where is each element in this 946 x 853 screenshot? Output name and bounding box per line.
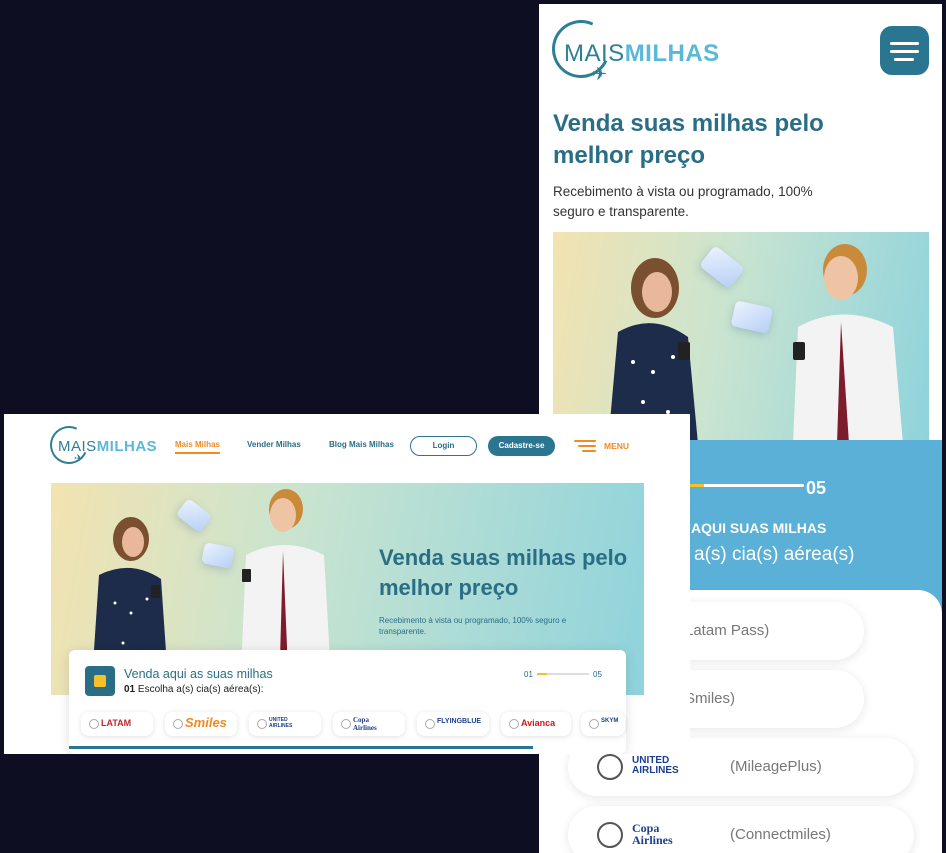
program-name: (Connectmiles) (730, 826, 831, 843)
program-name: (MileagePlus) (730, 758, 822, 775)
radio-button[interactable] (341, 719, 351, 729)
airline-chip-skymiles[interactable]: SKYM (581, 712, 625, 736)
plane-icon: ✈ (592, 64, 608, 84)
step-progress-fill (537, 673, 547, 675)
program-name: (Latam Pass) (680, 622, 770, 639)
step-total: 05 (593, 670, 602, 679)
airline-chip-latam[interactable]: LATAM (81, 712, 153, 736)
radio-button[interactable] (509, 719, 519, 729)
radio-button[interactable] (425, 719, 435, 729)
signup-button[interactable]: Cadastre-se (488, 436, 555, 456)
airline-chip-copa[interactable]: Copa Airlines (333, 712, 405, 736)
hero-headline: Venda suas milhas pelo melhor preço (379, 545, 628, 600)
nav-mais-milhas[interactable]: Mais Milhas (175, 440, 220, 454)
menu-label[interactable]: MENU (604, 441, 629, 451)
radio-button[interactable] (589, 719, 599, 729)
logo-text: MAISMILHAS (58, 438, 158, 455)
step-progress-bar (698, 484, 804, 487)
copa-logo: Copa Airlines (632, 821, 673, 847)
hero-image (553, 232, 929, 444)
airline-chip-united[interactable]: UNITED AIRLINES (249, 712, 321, 736)
step-label: a(s) cia(s) aérea(s) (694, 544, 855, 565)
card-step: 01 Escolha a(s) cia(s) aérea(s): (124, 684, 264, 695)
radio-button[interactable] (597, 822, 623, 848)
airline-chip-smiles[interactable]: Smiles (165, 712, 237, 736)
man-illustration (793, 244, 903, 444)
hero-headline: Venda suas milhas pelo melhor preço (553, 110, 824, 169)
radio-button[interactable] (89, 719, 99, 729)
radio-button[interactable] (597, 754, 623, 780)
hero-subtext: Recebimento à vista ou programado, 100% … (379, 616, 567, 636)
radio-button[interactable] (257, 719, 267, 729)
desktop-screenshot: MAISMILHAS ✈ Mais Milhas Vender Milhas B… (4, 414, 690, 754)
airline-chip-avianca[interactable]: Avianca (501, 712, 571, 736)
step-progress-fill (688, 484, 704, 487)
radio-button[interactable] (173, 719, 183, 729)
nav-vender-milhas[interactable]: Vender Milhas (247, 440, 301, 449)
wallet-icon (85, 666, 115, 696)
login-button[interactable]: Login (410, 436, 477, 456)
united-logo: UNITED AIRLINES (632, 755, 679, 776)
logo[interactable]: MAISMILHAS ✈ (543, 11, 732, 88)
plane-icon: ✈ (74, 453, 84, 465)
airline-option-copa[interactable]: Copa Airlines (Connectmiles) (568, 806, 914, 853)
scroll-progress-bar (69, 746, 533, 749)
logo[interactable]: MAISMILHAS ✈ (44, 420, 160, 470)
logo-text: MAISMILHAS (564, 40, 720, 67)
airline-chip-flyingblue[interactable]: FLYINGBLUE (417, 712, 489, 736)
section-title: A AQUI SUAS MILHAS (678, 520, 827, 536)
menu-icon[interactable] (574, 440, 596, 452)
miles-selection-card: Venda aqui as suas milhas 01 Escolha a(s… (69, 650, 626, 754)
step-current: 01 (524, 670, 533, 679)
nav-blog[interactable]: Blog Mais Milhas (329, 440, 394, 449)
step-total: 05 (806, 478, 827, 498)
hamburger-menu-button[interactable] (880, 26, 929, 75)
card-title: Venda aqui as suas milhas (124, 667, 273, 681)
hero-subtext: Recebimento à vista ou programado, 100% … (553, 184, 813, 219)
